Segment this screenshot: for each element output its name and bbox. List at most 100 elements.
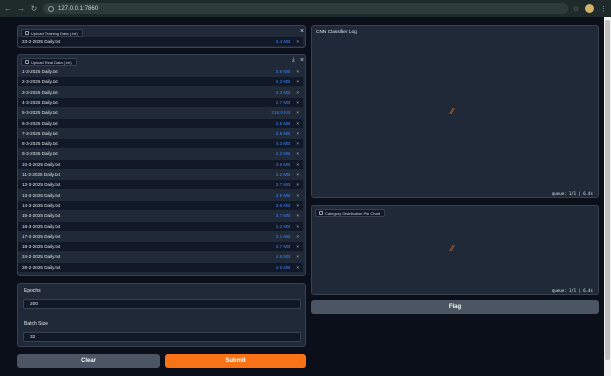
remove-file-icon[interactable]: × (296, 224, 299, 229)
file-size-download-link[interactable]: 4.6 MB (276, 265, 291, 270)
file-row[interactable]: 15-3-2025 Daily.txt 3.7 MB × (18, 211, 303, 221)
remove-file-icon[interactable]: × (296, 193, 299, 198)
file-row[interactable]: 13-3-2025 Daily.txt 3.5 MB × (18, 190, 303, 200)
file-name: 13-3-2025 Daily.txt (22, 192, 61, 198)
file-row[interactable]: 14-3-2025 Daily.txt 3.6 MB × (18, 200, 303, 210)
remove-file-icon[interactable]: × (296, 121, 299, 126)
file-row[interactable]: 9-3-2025 Daily.txt 4.2 MB × (18, 149, 303, 159)
file-row[interactable]: 5-3-2025 Daily.txt 216.0 KB × (18, 108, 303, 118)
file-size-download-link[interactable]: 4.2 MB (276, 79, 291, 84)
flag-button[interactable]: Flag (311, 300, 599, 314)
file-size-download-link[interactable]: 2.7 MB (276, 100, 291, 105)
remove-file-icon[interactable]: × (296, 213, 299, 218)
file-name: 5-3-2025 Daily.txt (22, 110, 58, 116)
file-size-download-link[interactable]: 3.8 MB (276, 69, 291, 74)
chart-icon (319, 211, 323, 215)
file-row[interactable]: 11-3-2025 Daily.txt 3.2 MB × (18, 170, 303, 179)
remove-file-icon[interactable]: × (296, 69, 299, 74)
remove-file-icon[interactable]: × (296, 254, 299, 259)
remove-file-icon[interactable]: × (296, 90, 299, 95)
remove-file-icon[interactable]: × (296, 265, 299, 270)
file-row[interactable]: 8-3-2025 Daily.txt 4.3 MB × (18, 139, 303, 149)
file-row[interactable]: 10-3-2025 Daily.txt 3.6 MB × (18, 159, 303, 169)
file-size-download-link[interactable]: 4.7 MB (276, 244, 291, 249)
file-size-download-link[interactable]: 3.7 MB (276, 213, 291, 218)
remove-file-icon[interactable]: × (296, 100, 299, 105)
site-info-icon[interactable] (48, 5, 54, 12)
clear-training-upload-icon[interactable]: × (300, 28, 304, 35)
batch-size-label: Batch Size (24, 321, 48, 327)
file-size-download-link[interactable]: 3.4 MB (276, 39, 291, 44)
file-row[interactable]: 6-3-2025 Daily.txt 2.5 MB × (18, 118, 303, 128)
reload-icon[interactable]: ↻ (30, 0, 38, 17)
file-row[interactable]: 16-3-2025 Daily.txt 1.2 MB × (18, 221, 303, 231)
remove-file-icon[interactable]: × (296, 151, 299, 156)
training-file-row[interactable]: 23-2-2025 Daily.txt 3.4 MB × (18, 37, 303, 46)
browser-toolbar: ← → ↻ 127.0.0.1:7860 ☆ ⋮ (0, 0, 611, 17)
file-size-download-link[interactable]: 216.0 KB (271, 110, 290, 115)
remove-file-icon[interactable]: × (296, 131, 299, 136)
file-size-download-link[interactable]: 4.1 MB (276, 234, 291, 239)
clear-real-upload-icon[interactable]: × (300, 57, 304, 64)
file-size-download-link[interactable]: 4.3 MB (276, 141, 291, 146)
file-name: 18-3-2025 Daily.txt (22, 244, 61, 250)
clear-button[interactable]: Clear (17, 354, 160, 368)
remove-file-icon[interactable]: × (296, 244, 299, 249)
batch-size-input[interactable]: 32 (23, 332, 301, 342)
file-name: 1-3-2025 Daily.txt (22, 69, 58, 74)
file-size-download-link[interactable]: 4.6 MB (276, 254, 291, 259)
file-row[interactable]: 17-3-2025 Daily.txt 4.1 MB × (18, 231, 303, 241)
queue-status: queue: 1/1 | 6.4s (552, 288, 593, 293)
file-row[interactable]: 24-2-2025 Daily.txt 4.6 MB × (18, 252, 303, 262)
file-row[interactable]: 7-3-2025 Daily.txt 3.8 MB × (18, 128, 303, 138)
remove-file-icon[interactable]: × (296, 141, 299, 146)
bookmark-star-icon[interactable]: ☆ (573, 5, 579, 13)
log-panel-title: CNN Classifier Log (316, 30, 357, 35)
scrollbar-thumb[interactable] (605, 20, 610, 360)
loading-spinner-icon: ⁄⁄ (451, 107, 454, 116)
file-row[interactable]: 1-3-2025 Daily.txt 3.8 MB × (18, 67, 303, 76)
file-name: 14-3-2025 Daily.txt (22, 202, 61, 208)
file-size-download-link[interactable]: 3.6 MB (276, 203, 291, 208)
remove-file-icon[interactable]: × (296, 234, 299, 239)
file-size-download-link[interactable]: 3.8 MB (276, 131, 291, 136)
back-icon[interactable]: ← (4, 0, 12, 17)
pie-chart-label: Category Distribution Pie Chart (315, 209, 386, 217)
address-bar[interactable]: 127.0.0.1:7860 (43, 3, 568, 14)
file-row[interactable]: 2-3-2025 Daily.txt 4.2 MB × (18, 77, 303, 87)
forward-icon[interactable]: → (17, 0, 25, 17)
file-size-download-link[interactable]: 2.5 MB (276, 121, 291, 126)
remove-file-icon[interactable]: × (296, 172, 299, 177)
download-icon[interactable]: ⤓ (292, 57, 295, 64)
remove-file-icon[interactable]: × (296, 79, 299, 84)
remove-file-icon[interactable]: × (296, 182, 299, 187)
file-row[interactable]: 4-3-2025 Daily.txt 2.7 MB × (18, 97, 303, 107)
remove-file-icon[interactable]: × (296, 110, 299, 115)
remove-file-icon[interactable]: × (296, 203, 299, 208)
file-name: 6-3-2025 Daily.txt (22, 120, 58, 126)
file-size-download-link[interactable]: 3.7 MB (276, 182, 291, 187)
file-name: 2-3-2025 Daily.txt (22, 79, 58, 85)
file-name: 28-2-2025 Daily.txt (22, 264, 61, 270)
file-row[interactable]: 28-2-2025 Daily.txt 4.6 MB × (18, 262, 303, 272)
cnn-log-panel: CNN Classifier Log ⁄⁄ queue: 1/1 | 6.4s (311, 25, 599, 198)
epochs-input[interactable]: 200 (23, 299, 301, 309)
profile-avatar[interactable] (585, 4, 594, 13)
menu-dots-icon[interactable]: ⋮ (600, 5, 607, 13)
file-row[interactable]: 12-3-2025 Daily.txt 3.7 MB × (18, 180, 303, 190)
file-row[interactable]: 3-3-2025 Daily.txt 4.3 MB × (18, 87, 303, 97)
training-upload-label: Upload Training Data (.txt) (21, 29, 83, 37)
file-size-download-link[interactable]: 3.5 MB (276, 193, 291, 198)
file-size-download-link[interactable]: 4.2 MB (276, 151, 291, 156)
file-size-download-link[interactable]: 3.6 MB (276, 162, 291, 167)
file-size-download-link[interactable]: 4.3 MB (276, 90, 291, 95)
submit-button[interactable]: Submit (165, 354, 306, 368)
file-size-download-link[interactable]: 1.2 MB (276, 224, 291, 229)
file-row[interactable]: 18-3-2025 Daily.txt 4.7 MB × (18, 242, 303, 252)
page-scrollbar[interactable] (604, 17, 611, 376)
file-size-download-link[interactable]: 3.2 MB (276, 172, 291, 177)
loading-spinner-icon: ⁄⁄ (451, 244, 454, 253)
remove-file-icon[interactable]: × (296, 39, 299, 44)
remove-file-icon[interactable]: × (296, 162, 299, 167)
file-name: 9-3-2025 Daily.txt (22, 151, 58, 157)
